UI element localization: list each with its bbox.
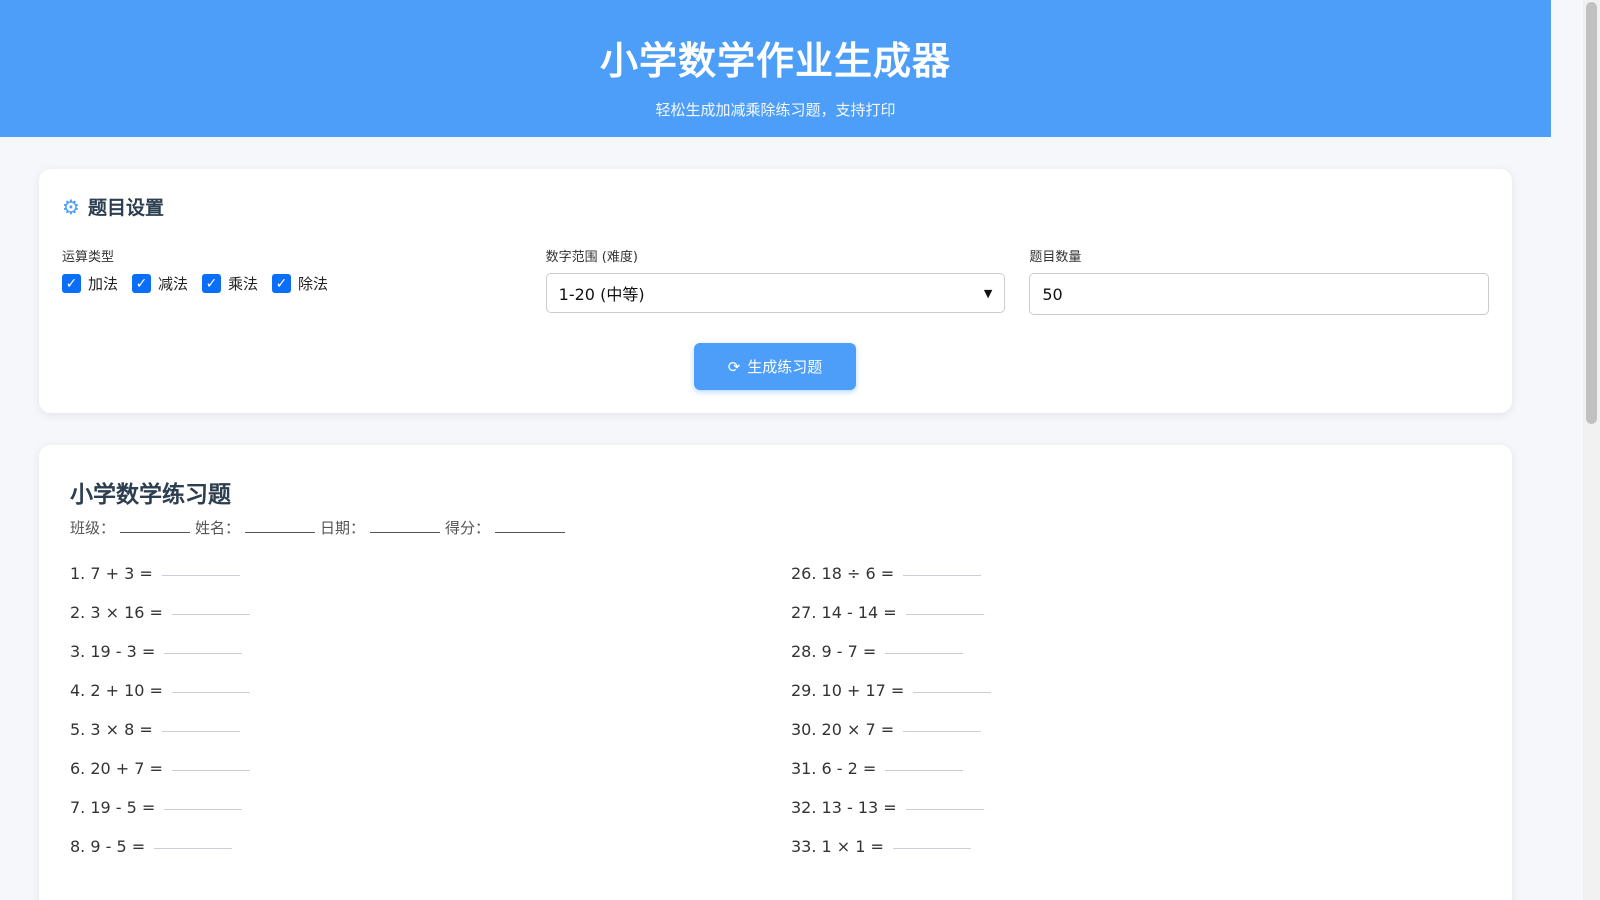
blank-line <box>495 532 566 533</box>
settings-panel: ⚙ 题目设置 运算类型 ✓ 加法 ✓ 减法 ✓ 乘法 ✓ 除法 数字范围 (难度) 1-20 (… <box>39 169 1512 413</box>
problem-text: 31. 6 - 2 = <box>791 759 877 778</box>
answer-blank <box>905 603 984 615</box>
problem-text: 26. 18 ÷ 6 = <box>791 564 895 583</box>
problem-text: 5. 3 × 8 = <box>70 720 153 739</box>
info-field-label: 得分： <box>445 519 491 537</box>
op-checkbox[interactable]: ✓ 除法 <box>272 273 328 294</box>
info-field-label: 日期： <box>320 519 366 537</box>
gears-icon: ⚙ <box>62 194 80 219</box>
problem-item: 2. 3 × 16 = <box>70 603 791 642</box>
answer-blank <box>903 564 982 576</box>
problem-item: 27. 14 - 14 = <box>791 603 1481 642</box>
problem-item: 3. 19 - 3 = <box>70 642 791 681</box>
generate-button[interactable]: ⟳ 生成练习题 <box>694 343 856 390</box>
count-value: 50 <box>1042 284 1063 304</box>
answer-blank <box>164 642 243 654</box>
problem-item: 8. 9 - 5 = <box>70 837 791 876</box>
answer-blank <box>885 759 964 771</box>
problem-item: 29. 10 + 17 = <box>791 681 1481 720</box>
checkbox-checked-icon[interactable]: ✓ <box>272 274 292 293</box>
problem-text: 30. 20 × 7 = <box>791 720 895 739</box>
problem-text: 3. 19 - 3 = <box>70 642 156 661</box>
problem-text: 28. 9 - 7 = <box>791 642 877 661</box>
problem-item: 28. 9 - 7 = <box>791 642 1481 681</box>
problem-item: 30. 20 × 7 = <box>791 720 1481 759</box>
blank-line <box>245 532 316 533</box>
answer-blank <box>171 759 250 771</box>
refresh-icon: ⟳ <box>727 357 741 376</box>
app-subtitle: 轻松生成加减乘除练习题，支持打印 <box>655 101 896 119</box>
problem-item: 1. 7 + 3 = <box>70 564 791 603</box>
settings-title: 题目设置 <box>87 197 164 219</box>
problem-item: 4. 2 + 10 = <box>70 681 791 720</box>
problem-text: 1. 7 + 3 = <box>70 564 153 583</box>
info-field-label: 班级： <box>70 519 116 537</box>
worksheet: 小学数学练习题 班级： 姓名： 日期： 得分： 1. 7 + 3 = 2. 3 × 16… <box>39 445 1512 900</box>
blank-line <box>120 532 191 533</box>
range-label: 数字范围 (难度) <box>545 250 638 265</box>
generate-label: 生成练习题 <box>747 358 823 376</box>
answer-blank <box>903 720 982 732</box>
answer-blank <box>154 837 233 849</box>
op-checkbox[interactable]: ✓ 加法 <box>62 273 118 294</box>
problem-text: 7. 19 - 5 = <box>70 798 156 817</box>
answer-blank <box>161 720 240 732</box>
op-label: 加法 <box>88 275 119 293</box>
problem-text: 2. 3 × 16 = <box>70 603 163 622</box>
answer-blank <box>164 798 243 810</box>
op-checkbox[interactable]: ✓ 减法 <box>132 273 188 294</box>
problem-text: 8. 9 - 5 = <box>70 837 146 856</box>
info-field-label: 姓名： <box>195 519 241 537</box>
op-checkbox[interactable]: ✓ 乘法 <box>202 273 258 294</box>
chevron-down-icon: ▼ <box>983 286 993 300</box>
worksheet-title: 小学数学练习题 <box>70 482 231 508</box>
worksheet-info: 班级： 姓名： 日期： 得分： <box>70 517 1481 538</box>
range-value: 1-20 (中等) <box>558 285 645 304</box>
problem-item: 31. 6 - 2 = <box>791 759 1481 798</box>
problem-text: 33. 1 × 1 = <box>791 837 884 856</box>
problem-item: 32. 13 - 13 = <box>791 798 1481 837</box>
problem-item: 26. 18 ÷ 6 = <box>791 564 1481 603</box>
answer-blank <box>905 798 984 810</box>
ops-label: 运算类型 <box>62 250 115 265</box>
answer-blank <box>913 681 992 693</box>
blank-line <box>370 532 441 533</box>
problem-item: 6. 20 + 7 = <box>70 759 791 798</box>
op-label: 减法 <box>158 275 189 293</box>
problem-text: 4. 2 + 10 = <box>70 681 163 700</box>
problem-text: 6. 20 + 7 = <box>70 759 163 778</box>
checkbox-checked-icon[interactable]: ✓ <box>62 274 81 293</box>
problem-item: 33. 1 × 1 = <box>791 837 1481 876</box>
answer-blank <box>171 603 250 615</box>
range-select[interactable]: 1-20 (中等) ▼ <box>545 273 1006 313</box>
app-title: 小学数学作业生成器 <box>599 39 951 83</box>
count-input[interactable]: 50 <box>1029 273 1490 315</box>
problem-text: 32. 13 - 13 = <box>791 798 897 817</box>
answer-blank <box>171 681 250 693</box>
count-label: 题目数量 <box>1029 250 1082 265</box>
answer-blank <box>161 564 240 576</box>
answer-blank <box>892 837 971 849</box>
checkbox-checked-icon[interactable]: ✓ <box>202 274 222 293</box>
op-label: 除法 <box>298 275 329 293</box>
checkbox-checked-icon[interactable]: ✓ <box>132 274 152 293</box>
problem-text: 27. 14 - 14 = <box>791 603 897 622</box>
scrollbar-thumb[interactable] <box>1586 2 1597 424</box>
app-header: 小学数学作业生成器 轻松生成加减乘除练习题，支持打印 <box>0 0 1551 137</box>
op-label: 乘法 <box>228 275 259 293</box>
scrollbar[interactable] <box>1583 0 1600 900</box>
problem-text: 29. 10 + 17 = <box>791 681 905 700</box>
problem-item: 7. 19 - 5 = <box>70 798 791 837</box>
answer-blank <box>885 642 964 654</box>
problem-item: 5. 3 × 8 = <box>70 720 791 759</box>
